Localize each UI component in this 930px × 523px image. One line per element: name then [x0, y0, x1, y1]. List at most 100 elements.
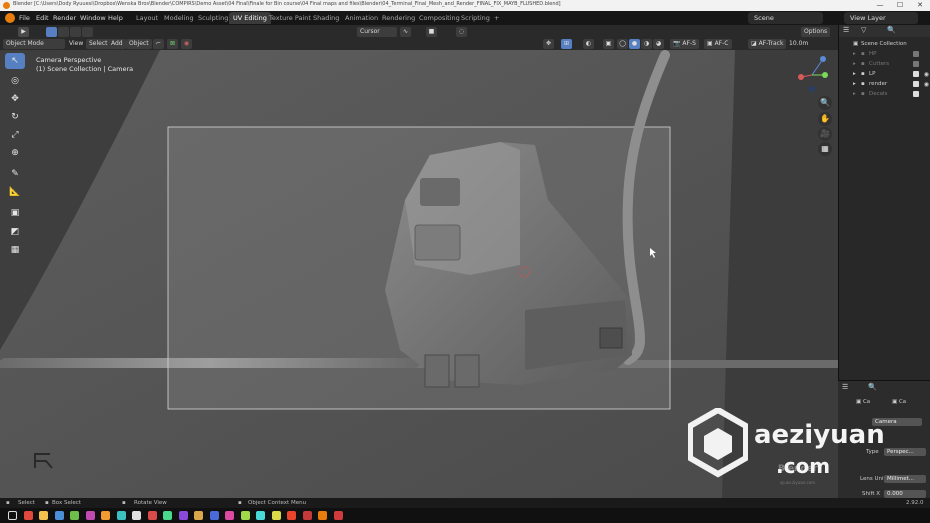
minimize-button[interactable]: — [870, 0, 890, 11]
select-extend-icon[interactable] [58, 27, 69, 37]
outliner-item-hp[interactable]: ▸ ▪ HP [839, 49, 930, 59]
app-icon-4[interactable] [101, 511, 110, 520]
app-icon-14[interactable] [256, 511, 265, 520]
app-icon-8[interactable] [163, 511, 172, 520]
close-button[interactable]: ✕ [910, 0, 930, 11]
maximize-button[interactable]: ☐ [890, 0, 910, 11]
app-icon-15[interactable] [271, 511, 281, 520]
type-dropdown[interactable]: Perspec... [884, 448, 926, 456]
xray-toggle-icon[interactable]: ▣ [603, 39, 614, 49]
view-tool[interactable]: ▦ [5, 242, 25, 258]
add-workspace-button[interactable]: + [490, 12, 503, 24]
lens-unit-dropdown[interactable]: Millimet... [884, 475, 926, 483]
focus-distance[interactable]: 10.0m [786, 39, 811, 49]
app-icon-11[interactable] [209, 511, 219, 520]
select-mode-icon[interactable] [46, 27, 57, 37]
af-s-button[interactable]: 📷 AF-S [670, 39, 699, 49]
gizmo-icon[interactable]: ✥ [543, 39, 554, 49]
af-c-button[interactable]: ▣ AF-C [704, 39, 732, 49]
cursor-tool[interactable]: ◎ [5, 73, 25, 89]
blender-menu-icon[interactable] [5, 13, 15, 23]
filter-icon[interactable]: ▽ [861, 26, 866, 34]
app-icon-16[interactable] [287, 511, 296, 520]
tab-layout[interactable]: Layout [132, 12, 162, 24]
menu-edit[interactable]: Edit [36, 14, 49, 22]
app-icon-6[interactable] [132, 511, 141, 520]
menu-select[interactable]: Select [86, 39, 111, 49]
transform-tool[interactable]: ⊕ [5, 145, 25, 161]
editor-type-icon[interactable]: ☰ [843, 26, 849, 34]
tab-animation[interactable]: Animation [341, 12, 382, 24]
shading-wire-icon[interactable]: ◯ [617, 39, 628, 49]
tab-scripting[interactable]: Scripting [457, 12, 494, 24]
camera-view-icon[interactable]: 🎥 [818, 127, 832, 141]
annotate-tool[interactable]: ✎ [5, 166, 25, 182]
outliner-item-lp[interactable]: ▸ ▪ LP ◉ [839, 69, 930, 79]
proportional-edit-icon[interactable]: ◉ [181, 39, 192, 49]
windows-start-icon[interactable] [8, 511, 17, 520]
outliner-search-icon[interactable]: 🔍 [887, 26, 896, 34]
tab-texture-paint[interactable]: Texture Paint [265, 12, 315, 24]
snap-icon[interactable]: ⊠ [167, 39, 178, 49]
include-checkbox[interactable] [913, 91, 919, 97]
menu-view[interactable]: View [66, 39, 86, 49]
outliner-item-render[interactable]: ▸ ▪ render ◉ [839, 79, 930, 89]
select-subtract-icon[interactable] [70, 27, 81, 37]
app-icon-10[interactable] [194, 511, 203, 520]
menu-window[interactable]: Window [80, 14, 106, 22]
shift-x-field[interactable]: 0.000 [884, 490, 926, 498]
scale-tool[interactable]: ⤢ [5, 127, 25, 143]
chrome-icon[interactable] [23, 511, 33, 520]
tab-sculpting[interactable]: Sculpting [194, 12, 232, 24]
add-cube-tool[interactable]: ▣ [5, 205, 25, 221]
scene-selector[interactable]: Scene [748, 12, 823, 24]
rotate-tool[interactable]: ↻ [5, 109, 25, 125]
snap-target-icon[interactable]: ■ [426, 27, 437, 37]
app-icon-13[interactable] [240, 511, 250, 520]
outliner-scene-collection[interactable]: ▣ Scene Collection [839, 39, 930, 49]
app-icon-9[interactable] [178, 511, 188, 520]
measure-tool[interactable]: 📐 [5, 184, 25, 200]
shading-render-icon[interactable]: ◕ [653, 39, 664, 49]
include-checkbox[interactable] [913, 61, 919, 67]
select-box-tool[interactable]: ↖ [5, 53, 25, 69]
view-layer-selector[interactable]: View Layer [844, 12, 918, 24]
properties-search-icon[interactable]: 🔍 [868, 383, 877, 391]
app-icon-19[interactable] [333, 511, 343, 520]
camera-tool[interactable]: ◩ [5, 224, 25, 240]
ortho-grid-icon[interactable]: ▦ [818, 142, 832, 156]
tab-shading[interactable]: Shading [309, 12, 343, 24]
menu-object[interactable]: Object [126, 39, 152, 49]
outliner-item-decals[interactable]: ▸ ▪ Decals [839, 89, 930, 99]
include-checkbox[interactable] [913, 51, 919, 57]
app-icon-3[interactable] [85, 511, 95, 520]
app-icon-2[interactable] [70, 511, 79, 520]
select-invert-icon[interactable] [82, 27, 93, 37]
move-tool[interactable]: ✥ [5, 91, 25, 107]
xray-icon[interactable]: ◐ [583, 39, 594, 49]
overlay-icon[interactable]: ⊞ [561, 39, 572, 49]
pan-icon[interactable]: ✋ [818, 112, 832, 126]
app-icon-5[interactable] [116, 511, 126, 520]
include-checkbox[interactable] [913, 81, 919, 87]
include-checkbox[interactable] [913, 71, 919, 77]
object-tab[interactable]: ▣ Ca [892, 399, 906, 405]
shading-solid-icon[interactable]: ● [629, 39, 640, 49]
snap-toggle-icon[interactable]: ∿ [400, 27, 411, 37]
navigation-gizmo[interactable] [795, 55, 835, 95]
app-icon-7[interactable] [147, 511, 157, 520]
zoom-icon[interactable]: 🔍 [818, 96, 832, 110]
explorer-icon[interactable] [39, 511, 48, 520]
menu-add[interactable]: Add [108, 39, 126, 49]
tab-rendering[interactable]: Rendering [378, 12, 419, 24]
properties-editor-icon[interactable]: ☰ [842, 383, 848, 391]
app-icon-12[interactable] [225, 511, 234, 520]
menu-file[interactable]: File [19, 14, 30, 22]
menu-render[interactable]: Render [53, 14, 76, 22]
outliner-item-cutters[interactable]: ▸ ▪ Cutters [839, 59, 930, 69]
proportional-icon[interactable]: ◌ [456, 27, 467, 37]
af-track-button[interactable]: ◪ AF-Track [748, 39, 787, 49]
app-icon-18[interactable] [318, 511, 327, 520]
mode-selector[interactable]: Object Mode [3, 39, 65, 49]
play-icon[interactable]: ▶ [18, 27, 29, 37]
